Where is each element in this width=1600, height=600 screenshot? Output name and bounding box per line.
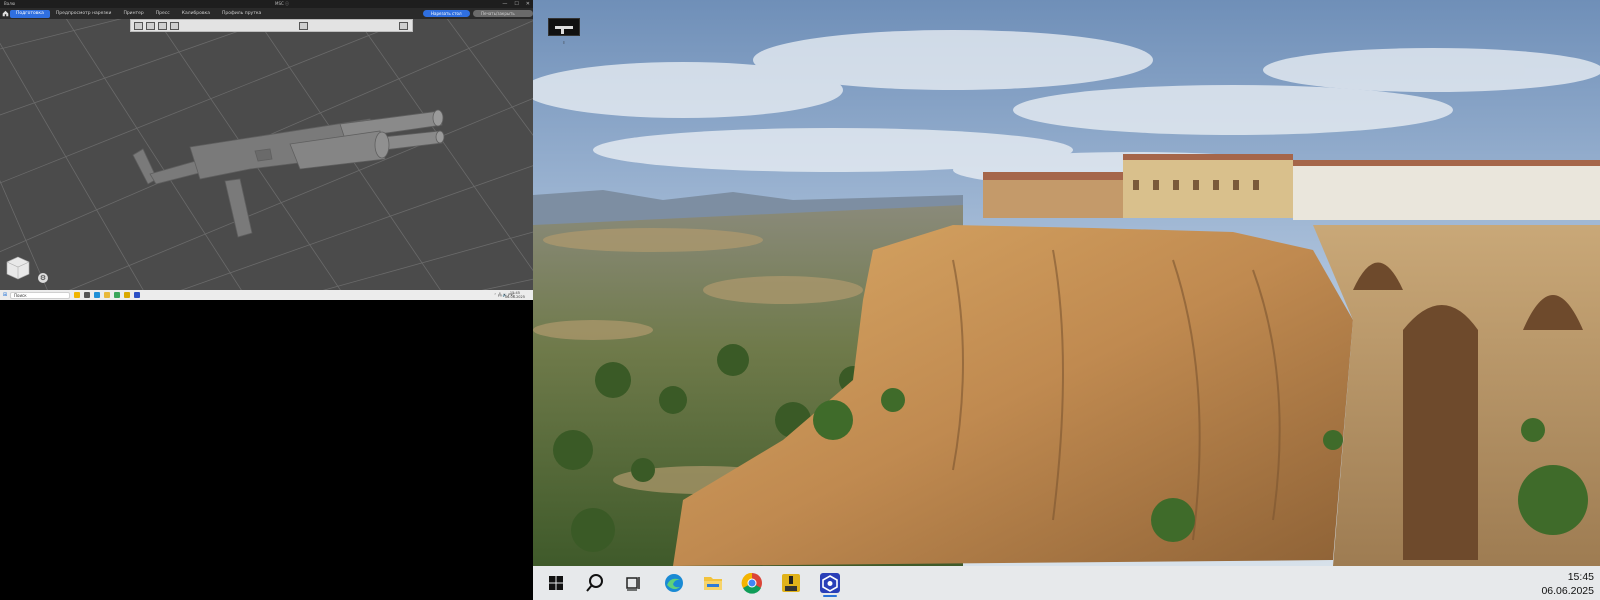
document-title: MSC ⓘ bbox=[275, 1, 290, 6]
search-icon bbox=[586, 574, 603, 592]
chrome-icon bbox=[741, 572, 762, 594]
3d-viewport[interactable]: ⚙ bbox=[0, 19, 533, 290]
edge-icon[interactable] bbox=[94, 292, 100, 298]
folder-icon bbox=[704, 577, 722, 590]
taskbar-clock[interactable]: 15:45 06.06.2025 bbox=[505, 290, 525, 300]
bambu-studio-button[interactable] bbox=[813, 569, 847, 597]
tab-printer[interactable]: Принтер bbox=[117, 10, 149, 18]
build-plate-grid bbox=[0, 19, 533, 290]
close-button[interactable]: ✕ bbox=[526, 0, 530, 8]
minimize-button[interactable]: — bbox=[502, 0, 507, 8]
tab-calibration[interactable]: Калибровка bbox=[176, 10, 216, 18]
slice-plate-button[interactable]: Нарезать стол bbox=[423, 10, 470, 17]
task-view-icon bbox=[626, 577, 640, 591]
slicer-titlebar: Валю MSC ⓘ — ☐ ✕ bbox=[0, 0, 533, 8]
edge-button[interactable] bbox=[657, 569, 691, 597]
view-cube-icon[interactable] bbox=[5, 255, 31, 281]
layers-icon[interactable] bbox=[399, 22, 408, 30]
split-icon[interactable] bbox=[299, 22, 308, 30]
home-icon[interactable] bbox=[0, 8, 10, 19]
app-icon[interactable] bbox=[74, 292, 80, 298]
tab-filament-profile[interactable]: Профиль пруткa bbox=[216, 10, 267, 18]
windows-start-button[interactable] bbox=[539, 569, 573, 597]
tab-preview[interactable]: Предпросмотр нарезки bbox=[50, 10, 118, 18]
edge-icon bbox=[665, 574, 683, 592]
file-explorer-icon[interactable] bbox=[104, 292, 110, 298]
pro-app-icon[interactable] bbox=[124, 292, 130, 298]
clock-date: 06.06.2025 bbox=[1541, 585, 1594, 597]
add-object-icon[interactable] bbox=[134, 21, 143, 30]
desktop-wallpaper bbox=[533, 0, 1600, 566]
pro-app-button[interactable] bbox=[774, 569, 808, 597]
left-taskbar: ⊞ Поиск ⌃ 🖧 🔊 РУС 15:45 06.06.2025 bbox=[0, 290, 533, 300]
add-plate-icon[interactable] bbox=[146, 21, 155, 30]
desktop-screen: Валю MSC ⓘ — ☐ ✕ Подготовка Предпросмотр… bbox=[0, 0, 1600, 600]
app-menu-label[interactable]: Валю bbox=[4, 0, 15, 8]
desktop-shortcut-label: ı bbox=[563, 40, 565, 46]
left-monitor: Валю MSC ⓘ — ☐ ✕ Подготовка Предпросмотр… bbox=[0, 0, 533, 300]
unused-screen-area bbox=[0, 300, 533, 600]
tab-label: Пресс bbox=[155, 10, 170, 16]
tab-label: Калибровка bbox=[181, 10, 211, 16]
task-view-button[interactable] bbox=[617, 569, 651, 597]
bambu-studio-icon[interactable] bbox=[134, 292, 140, 298]
windows-start-icon[interactable]: ⊞ bbox=[0, 292, 10, 298]
arrange-icon[interactable] bbox=[170, 21, 179, 30]
tab-prepare[interactable]: Подготовка bbox=[10, 9, 50, 18]
active-indicator bbox=[823, 595, 837, 597]
clock-date: 06.06.2025 bbox=[504, 295, 525, 299]
maximize-button[interactable]: ☐ bbox=[514, 0, 518, 8]
desktop-shortcut-icon[interactable] bbox=[548, 18, 580, 36]
auto-orient-icon[interactable] bbox=[158, 21, 167, 30]
bambu-studio-icon bbox=[820, 573, 840, 593]
task-view-icon[interactable] bbox=[84, 292, 90, 298]
right-monitor: ı 15:45 06.06.2025 bbox=[533, 0, 1600, 600]
slicer-ribbon: Подготовка Предпросмотр нарезки Принтер … bbox=[0, 8, 533, 23]
tab-label: Подготовка bbox=[16, 10, 44, 16]
windows-logo-icon bbox=[549, 576, 563, 590]
tab-label: Профиль пруткa bbox=[222, 10, 262, 16]
file-explorer-button[interactable] bbox=[696, 569, 730, 597]
taskbar-search-input[interactable]: Поиск bbox=[10, 291, 70, 299]
viewport-toolbar bbox=[130, 19, 413, 32]
tab-label: Принтер bbox=[123, 10, 144, 16]
taskbar-clock[interactable]: 15:45 06.06.2025 bbox=[1541, 570, 1594, 598]
search-button[interactable] bbox=[578, 569, 612, 597]
pro-app-icon bbox=[782, 574, 800, 592]
print-plate-button[interactable]: Печать/закрыть стол bbox=[473, 10, 533, 23]
viewport-settings-icon[interactable]: ⚙ bbox=[38, 273, 48, 283]
tab-label: Предпросмотр нарезки bbox=[55, 10, 112, 16]
windows-taskbar: 15:45 06.06.2025 bbox=[533, 566, 1600, 600]
chrome-button[interactable] bbox=[735, 569, 769, 597]
tab-press[interactable]: Пресс bbox=[150, 10, 176, 18]
clock-time: 15:45 bbox=[1567, 571, 1594, 583]
chrome-icon[interactable] bbox=[114, 292, 120, 298]
